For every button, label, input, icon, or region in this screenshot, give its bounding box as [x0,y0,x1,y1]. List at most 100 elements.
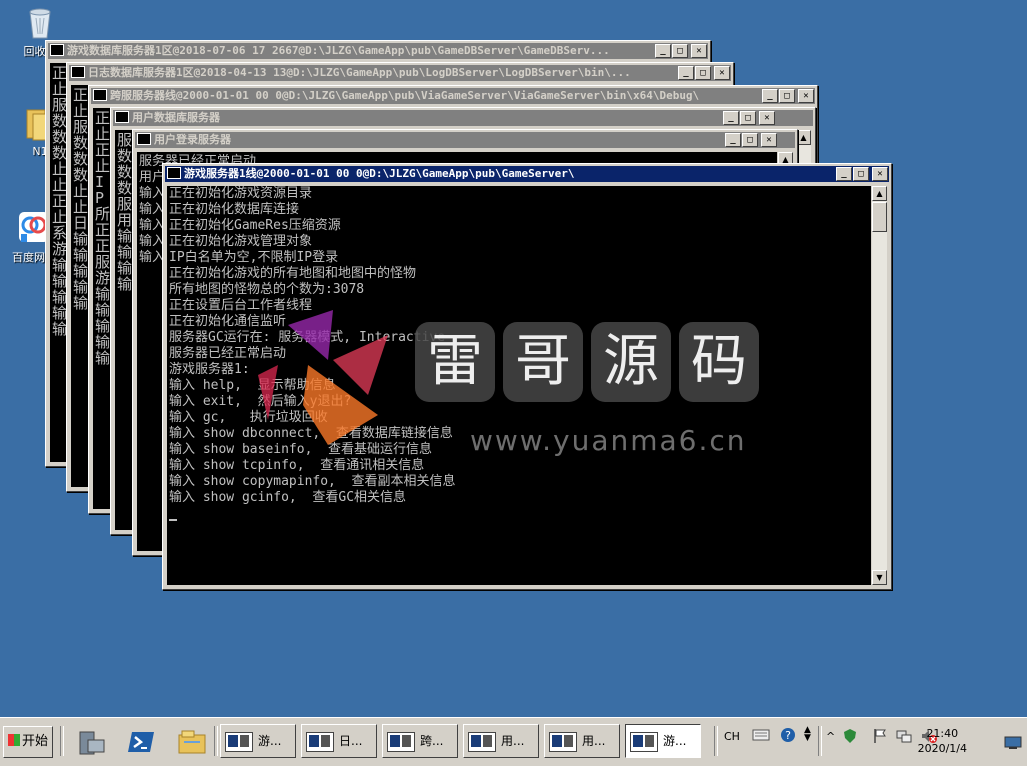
minimize-button[interactable]: _ [762,89,778,103]
keyboard-icon[interactable] [752,728,770,745]
close-button[interactable]: ✕ [872,167,888,181]
scroll-down-arrow-icon[interactable]: ▼ [872,570,887,585]
maximize-button[interactable]: □ [695,66,711,80]
task-label: 日... [339,734,363,748]
maximize-button[interactable]: □ [672,44,688,58]
window-title: 日志数据库服务器1区@2018-04-13 13@D:\JLZG\GameApp… [88,66,631,79]
show-hidden-icons-chevron-icon[interactable]: ^ [826,730,835,743]
clock-date: 2020/1/4 [917,742,967,755]
server-manager-icon[interactable] [76,726,108,758]
console-output[interactable]: 正在初始化游戏资源目录 正在初始化数据库连接 正在初始化GameRes压缩资源 … [167,186,871,585]
minimize-button[interactable]: _ [655,44,671,58]
close-button[interactable]: ✕ [714,66,730,80]
window-title-bar[interactable]: 日志数据库服务器1区@2018-04-13 13@D:\JLZG\GameApp… [69,65,731,81]
console-line: 输入 gc, 执行垃圾回收 [169,410,328,425]
close-button[interactable]: ✕ [798,89,814,103]
file-explorer-icon[interactable] [176,726,208,758]
console-line: 正在初始化游戏管理对象 [169,234,313,249]
console-line: 所有地图的怪物总的个数为:3078 [169,282,365,297]
recycle-bin-icon [23,4,57,40]
security-shield-icon[interactable] [842,728,858,747]
window-title-bar[interactable]: 用户数据库服务器 [113,110,813,126]
console-line: 输入 show tcpinfo, 查看通讯相关信息 [169,458,425,473]
svg-text:?: ? [785,729,791,742]
taskbar-task-user-login-server[interactable]: 用... [544,724,620,758]
console-line: 输入 show baseinfo, 查看基础运行信息 [169,442,433,457]
minimize-button[interactable]: _ [836,167,852,181]
close-button[interactable]: ✕ [761,133,777,147]
window-controls: _ □ ✕ [655,44,707,58]
minimize-button[interactable]: _ [678,66,694,80]
window-title-bar[interactable]: 跨服服务器线@2000-01-01 00 0@D:\JLZG\GameApp\p… [91,88,815,104]
action-center-flag-icon[interactable] [872,728,888,747]
maximize-button[interactable]: □ [853,167,869,181]
console-window-icon [468,731,496,752]
taskbar-options-icon[interactable]: ▲ ▼ [804,726,811,743]
close-button[interactable]: ✕ [759,111,775,125]
minimize-button[interactable]: _ [723,111,739,125]
maximize-button[interactable]: □ [742,133,758,147]
console-line: 正在初始化GameRes压缩资源 [169,218,341,233]
show-desktop-icon[interactable] [1004,736,1022,753]
console-window-icon [387,731,415,752]
console-line: 正在初始化游戏的所有地图和地图中的怪物 [169,266,417,281]
task-label: 用... [501,734,525,748]
console-line: 游戏服务器1: [169,362,250,377]
start-label: 开始 [21,734,48,749]
window-title-bar[interactable]: 游戏服务器1线@2000-01-01 00 0@D:\JLZG\GameApp\… [165,166,889,182]
console-line: 输入 show gcinfo, 查看GC相关信息 [169,490,407,505]
window-controls: _ □ ✕ [723,111,775,125]
help-icon[interactable]: ? [780,727,796,746]
window-title: 游戏服务器1线@2000-01-01 00 0@D:\JLZG\GameApp\… [184,167,575,180]
console-window-icon [225,731,253,752]
task-label: 游... [258,734,282,748]
window-game-server[interactable]: 游戏服务器1线@2000-01-01 00 0@D:\JLZG\GameApp\… [162,163,892,590]
system-clock[interactable]: 21:40 2020/1/4 [918,726,967,756]
console-icon [71,66,85,78]
window-title-bar[interactable]: 游戏数据库服务器1区@2018-07-06 17 2667@D:\JLZG\Ga… [48,43,708,59]
console-icon [115,111,129,123]
console-line: 输入 show copymapinfo, 查看副本相关信息 [169,474,456,489]
console-line: IP白名单为空,不限制IP登录 [169,250,339,265]
vertical-scrollbar[interactable]: ▲ ▼ [872,186,887,585]
maximize-button[interactable]: □ [740,111,756,125]
maximize-button[interactable]: □ [779,89,795,103]
minimize-button[interactable]: _ [725,133,741,147]
powershell-icon[interactable] [126,726,158,758]
window-title-bar[interactable]: 用户登录服务器 [135,132,795,148]
start-button[interactable]: 开始 [3,726,53,758]
taskbar-separator [714,726,718,756]
taskbar-task-via-game-server[interactable]: 跨... [382,724,458,758]
window-title: 跨服服务器线@2000-01-01 00 0@D:\JLZG\GameApp\p… [110,89,700,102]
window-controls: _ □ ✕ [836,167,888,181]
window-title: 用户数据库服务器 [132,111,220,124]
close-button[interactable]: ✕ [691,44,707,58]
network-icon[interactable] [896,728,912,747]
window-controls: _ □ ✕ [762,89,814,103]
taskbar-task-log-db-server[interactable]: 日... [301,724,377,758]
window-controls: _ □ ✕ [725,133,777,147]
console-window-icon [549,731,577,752]
windows-flag-icon [7,734,20,746]
console-icon [167,167,181,179]
console-line: 正在初始化通信监听 [169,314,287,329]
console-icon [50,44,64,56]
console-line: 正在设置后台工作者线程 [169,298,313,313]
taskbar-task-user-db-server[interactable]: 用... [463,724,539,758]
console-line: 正止服数数数止止日输输输输输 [73,87,89,311]
scroll-up-arrow-icon[interactable]: ▲ [872,186,887,201]
language-indicator[interactable]: CH [724,730,740,743]
taskbar-separator [818,726,822,756]
scroll-thumb[interactable] [872,202,887,232]
console-line: 正止正止IP所正正服游输输输输输 [95,110,111,366]
console-line: 输入 show dbconnect, 查看数据库链接信息 [169,426,453,441]
taskbar-task-game-db-server[interactable]: 游... [220,724,296,758]
scroll-up-arrow-icon[interactable]: ▲ [796,130,811,145]
console-line: 正在初始化数据库连接 [169,202,300,217]
console-line: 输入 help, 显示帮助信息 [169,378,336,393]
clock-time: 21:40 [926,727,959,740]
window-title: 用户登录服务器 [154,133,231,146]
console-line: 服务器GC运行在: 服务器模式, Interactive [169,330,446,345]
console-icon [93,89,107,101]
taskbar-task-game-server[interactable]: 游... [625,724,701,758]
